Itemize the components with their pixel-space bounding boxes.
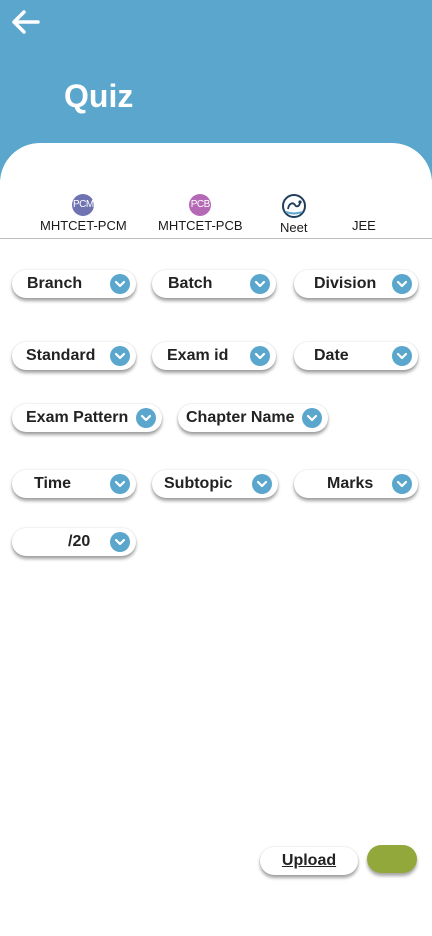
tab-label: MHTCET-PCM bbox=[40, 218, 127, 233]
chevron-down-icon bbox=[110, 274, 130, 294]
branch-dropdown[interactable]: Branch bbox=[12, 270, 136, 298]
tab-label: Neet bbox=[280, 220, 308, 235]
chevron-down-icon bbox=[250, 274, 270, 294]
chevron-down-icon bbox=[302, 408, 322, 428]
upload-button[interactable]: Upload bbox=[260, 847, 358, 875]
exam-pattern-dropdown[interactable]: Exam Pattern bbox=[12, 404, 162, 432]
pcm-badge-icon: PCM bbox=[72, 194, 95, 216]
marks-dropdown[interactable]: Marks bbox=[294, 470, 418, 498]
dropdown-label: Subtopic bbox=[164, 475, 233, 492]
pcb-badge-icon: PCB bbox=[189, 194, 212, 216]
page-title: Quiz bbox=[64, 78, 134, 114]
dropdown-label: Marks bbox=[327, 475, 374, 492]
date-dropdown[interactable]: Date bbox=[294, 342, 418, 370]
chevron-down-icon bbox=[136, 408, 156, 428]
subtopic-dropdown[interactable]: Subtopic bbox=[152, 470, 278, 498]
dropdown-label: Standard bbox=[26, 347, 96, 364]
chevron-down-icon bbox=[110, 532, 130, 552]
chevron-down-icon bbox=[252, 474, 272, 494]
tab-label: MHTCET-PCB bbox=[158, 218, 243, 233]
dropdown-label: Batch bbox=[168, 275, 213, 292]
exam-tabs: PCM MHTCET-PCM PCB MHTCET-PCB Neet JEE bbox=[0, 190, 432, 239]
dropdown-label: Time bbox=[34, 475, 72, 492]
dropdown-label: Exam Pattern bbox=[26, 409, 129, 426]
chapter-name-dropdown[interactable]: Chapter Name bbox=[178, 404, 328, 432]
time-dropdown[interactable]: Time bbox=[12, 470, 136, 498]
dropdown-label: Chapter Name bbox=[186, 409, 295, 426]
dropdown-label: Branch bbox=[27, 275, 83, 292]
chevron-down-icon bbox=[392, 346, 412, 366]
tab-mhtcet-pcb[interactable]: PCB MHTCET-PCB bbox=[158, 194, 243, 233]
division-dropdown[interactable]: Division bbox=[294, 270, 418, 298]
chevron-down-icon bbox=[392, 274, 412, 294]
chevron-down-icon bbox=[250, 346, 270, 366]
dropdown-label: Date bbox=[314, 347, 349, 364]
batch-dropdown[interactable]: Batch bbox=[152, 270, 276, 298]
chevron-down-icon bbox=[110, 346, 130, 366]
exam-id-dropdown[interactable]: Exam id bbox=[152, 342, 276, 370]
dropdown-label: Exam id bbox=[167, 347, 229, 364]
tab-jee[interactable]: JEE bbox=[352, 218, 376, 233]
chevron-down-icon bbox=[392, 474, 412, 494]
tab-label: JEE bbox=[352, 218, 376, 233]
tab-mhtcet-pcm[interactable]: PCM MHTCET-PCM bbox=[40, 194, 127, 233]
back-arrow-icon[interactable] bbox=[10, 8, 42, 36]
out-of-marks-dropdown[interactable]: /20 bbox=[12, 528, 136, 556]
tab-neet[interactable]: Neet bbox=[280, 194, 307, 235]
standard-dropdown[interactable]: Standard bbox=[12, 342, 136, 370]
submit-button[interactable] bbox=[367, 845, 417, 873]
chevron-down-icon bbox=[110, 474, 130, 494]
stethoscope-icon bbox=[281, 194, 306, 218]
dropdown-label: /20 bbox=[68, 533, 91, 550]
dropdown-label: Division bbox=[314, 275, 377, 292]
